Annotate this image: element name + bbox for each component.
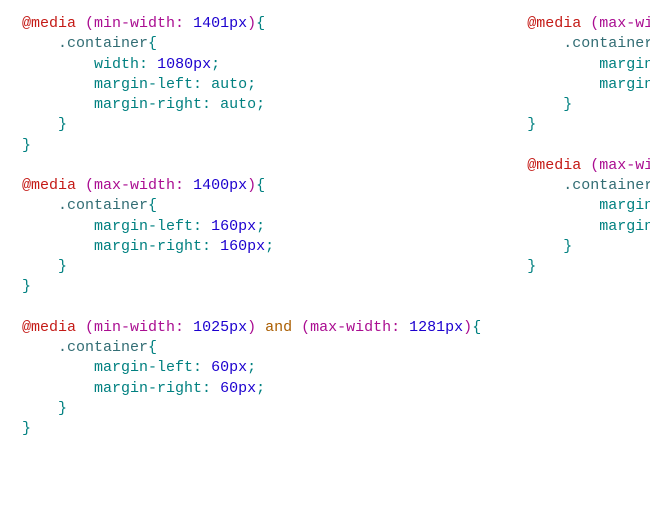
css-value: 60px [211,359,247,376]
selector: .container [563,35,650,52]
brace-close: } [58,258,67,275]
brace-open: { [148,339,157,356]
css-value: 60px [220,380,256,397]
css-property: margin-left [94,76,193,93]
css-value: 1080px [157,56,211,73]
brace-close: } [22,420,31,437]
brace-close: } [563,238,572,255]
media-rule: @media (max-width: 1024px){ [527,15,650,32]
selector: .container [58,339,148,356]
brace-open: { [256,177,265,194]
media-rule: @media (max-width: 1400px){ [22,177,265,194]
media-rule: @media (max-width: 500px){ [527,157,650,174]
css-property: margin-left [94,359,193,376]
css-property: margin-left [599,56,650,73]
brace-close: } [563,96,572,113]
css-property: margin-right [599,76,650,93]
css-property: width [94,56,139,73]
selector: .container [58,197,148,214]
css-property: margin-left [94,218,193,235]
code-column-right: @media (max-width: 1024px){ .container{ … [527,14,650,439]
media-query: (max-width: 1281px) [292,319,472,336]
brace-close: } [58,116,67,133]
css-property: margin-right [94,380,202,397]
brace-close: } [22,137,31,154]
brace-open: { [148,197,157,214]
brace-close: } [58,400,67,417]
at-keyword: @media [22,177,76,194]
selector: .container [563,177,650,194]
at-keyword: @media [22,15,76,32]
brace-close: } [527,116,536,133]
css-property: margin-right [599,218,650,235]
css-value: 160px [220,238,265,255]
brace-open: { [256,15,265,32]
at-keyword: @media [527,157,581,174]
media-and: and [265,319,292,336]
code-columns: @media (min-width: 1401px){ .container{ … [22,14,650,439]
css-property: margin-right [94,96,202,113]
media-value: 1025px [193,319,247,336]
media-query: (max-width: 1400px) [76,177,256,194]
brace-close: } [22,278,31,295]
media-rule: @media (min-width: 1401px){ [22,15,265,32]
brace-open: { [472,319,481,336]
brace-close: } [527,258,536,275]
at-keyword: @media [22,319,76,336]
css-value: 160px [211,218,256,235]
media-value: 1400px [193,177,247,194]
css-value: auto [220,96,256,113]
media-query: (min-width: 1025px) [76,319,265,336]
selector: .container [58,35,148,52]
media-query: (max-width: 500px) [581,157,650,174]
media-query: (min-width: 1401px) [76,15,256,32]
media-value: 1281px [409,319,463,336]
css-property: margin-right [94,238,202,255]
at-keyword: @media [527,15,581,32]
brace-open: { [148,35,157,52]
media-query: (max-width: 1024px) [581,15,650,32]
media-rule: @media (min-width: 1025px) and (max-widt… [22,319,481,336]
css-value: auto [211,76,247,93]
css-property: margin-left [599,197,650,214]
media-value: 1401px [193,15,247,32]
code-column-left: @media (min-width: 1401px){ .container{ … [22,14,481,439]
